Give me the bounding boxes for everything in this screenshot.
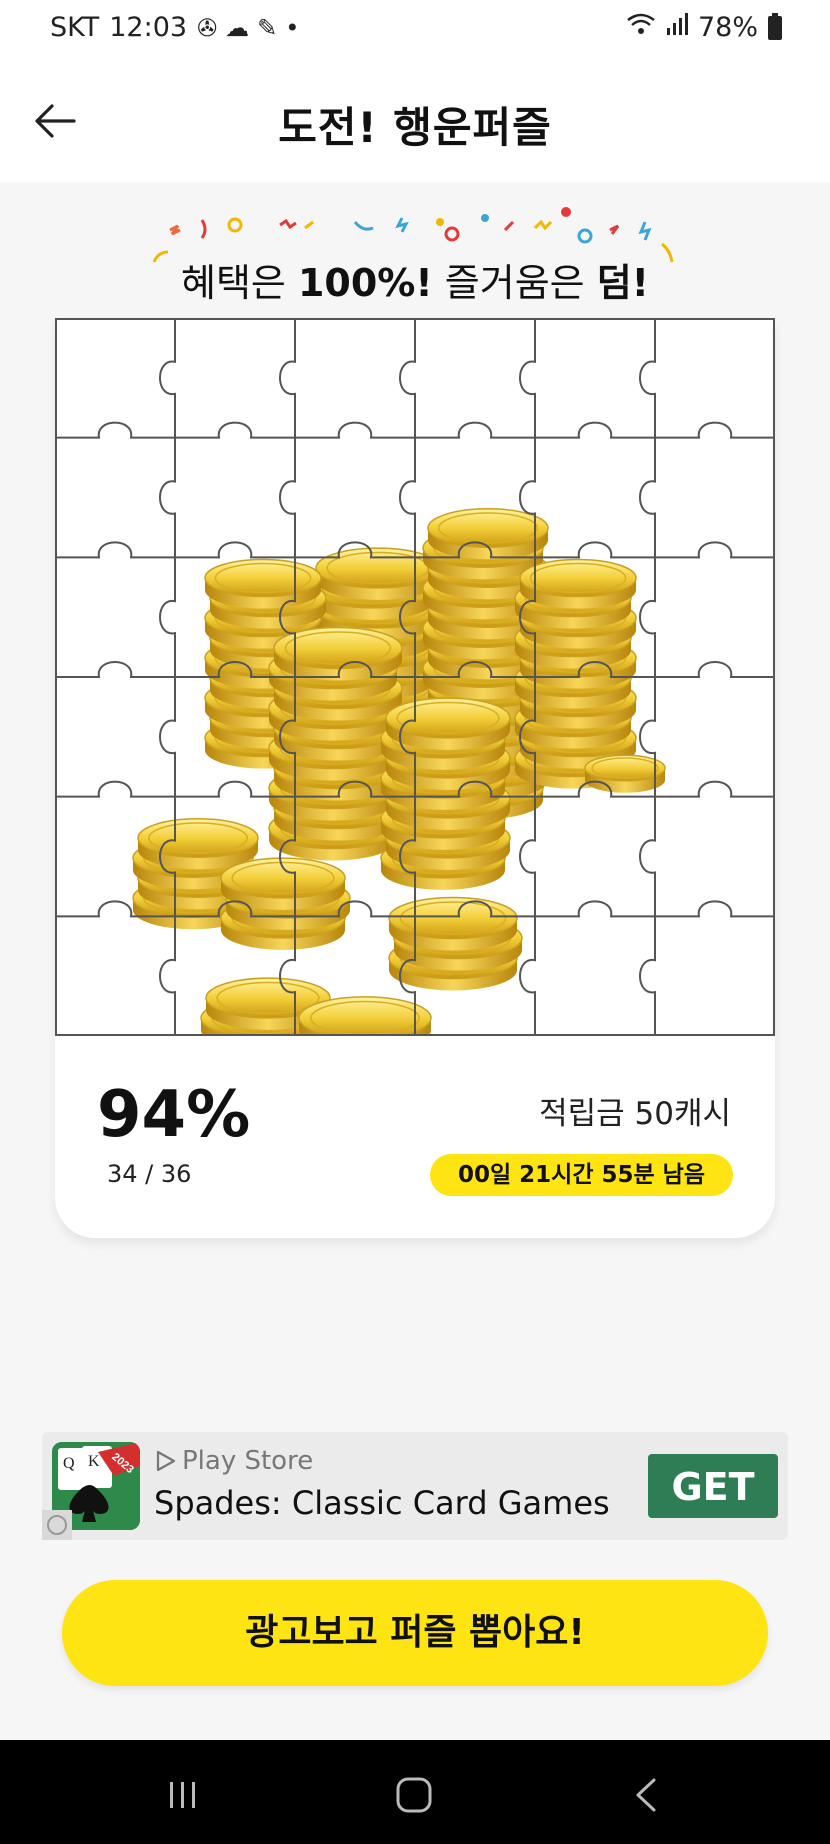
clock: 12:03 bbox=[109, 12, 188, 43]
banner-highlight-1: 100%! bbox=[297, 261, 433, 305]
signal-icon bbox=[666, 12, 688, 43]
status-right: 78% bbox=[626, 12, 782, 43]
recents-icon bbox=[170, 1782, 195, 1808]
puzzle-board bbox=[55, 318, 775, 1036]
notification-icon: ✎ bbox=[257, 13, 278, 42]
system-nav-bar bbox=[0, 1740, 830, 1844]
coin bbox=[298, 996, 432, 1036]
nav-back-button[interactable] bbox=[616, 1770, 676, 1820]
coin bbox=[137, 818, 259, 870]
progress-count: 34 / 36 bbox=[107, 1160, 192, 1188]
ad-info-icon[interactable] bbox=[42, 1510, 72, 1540]
home-button[interactable] bbox=[384, 1770, 444, 1820]
banner-text-2: 즐거움은 bbox=[432, 261, 597, 305]
puzzle-card: 94% 34 / 36 적립금 50캐시 00일 21시간 55분 남음 bbox=[55, 318, 775, 1238]
battery-percent: 78% bbox=[697, 12, 758, 43]
home-icon bbox=[396, 1777, 432, 1813]
svg-text:K: K bbox=[88, 1453, 100, 1470]
nav-back-icon bbox=[636, 1778, 656, 1812]
promo-banner: 혜택은 100%! 즐거움은 덤! bbox=[140, 200, 690, 305]
ad-banner[interactable]: Q K A 2023 Play Store Spades: Classic Ca… bbox=[42, 1432, 788, 1540]
status-bar: SKT 12:03 ✇ ☁ ✎ • 78% bbox=[0, 0, 830, 60]
banner-text-1: 혜택은 bbox=[181, 261, 298, 305]
watch-ad-draw-button[interactable]: 광고보고 퍼즐 뽑아요! bbox=[62, 1580, 768, 1686]
coin bbox=[427, 508, 549, 560]
app-header: 도전! 행운퍼즐 bbox=[0, 60, 830, 182]
battery-icon bbox=[768, 12, 782, 40]
page-title: 도전! 행운퍼즐 bbox=[278, 103, 552, 152]
reward-label: 적립금 50캐시 bbox=[539, 1096, 731, 1132]
recents-button[interactable] bbox=[152, 1770, 212, 1820]
ad-store-label: Play Store bbox=[156, 1446, 313, 1476]
ad-get-button[interactable]: GET bbox=[648, 1454, 778, 1518]
time-remaining-badge: 00일 21시간 55분 남음 bbox=[429, 1154, 733, 1196]
notification-icon: ☁ bbox=[225, 13, 250, 42]
ad-title: Spades: Classic Card Games bbox=[154, 1484, 610, 1522]
coin bbox=[315, 547, 441, 600]
ad-store-text: Play Store bbox=[182, 1446, 314, 1476]
notification-icons: ✇ ☁ ✎ • bbox=[197, 14, 299, 42]
svg-text:Q: Q bbox=[63, 1455, 75, 1472]
banner-highlight-2: 덤! bbox=[596, 261, 649, 305]
coin bbox=[204, 558, 322, 609]
play-store-icon bbox=[156, 1450, 176, 1472]
progress-percent: 94% bbox=[97, 1078, 251, 1152]
coin bbox=[519, 558, 637, 609]
coin bbox=[388, 896, 518, 951]
coin bbox=[584, 754, 666, 793]
more-notifications-icon: • bbox=[285, 13, 300, 42]
status-left: SKT 12:03 ✇ ☁ ✎ • bbox=[50, 12, 299, 43]
notification-icon: ✇ bbox=[197, 13, 218, 42]
banner-headline: 혜택은 100%! 즐거움은 덤! bbox=[140, 252, 690, 307]
carrier-label: SKT bbox=[50, 12, 100, 43]
wifi-icon bbox=[626, 12, 656, 43]
